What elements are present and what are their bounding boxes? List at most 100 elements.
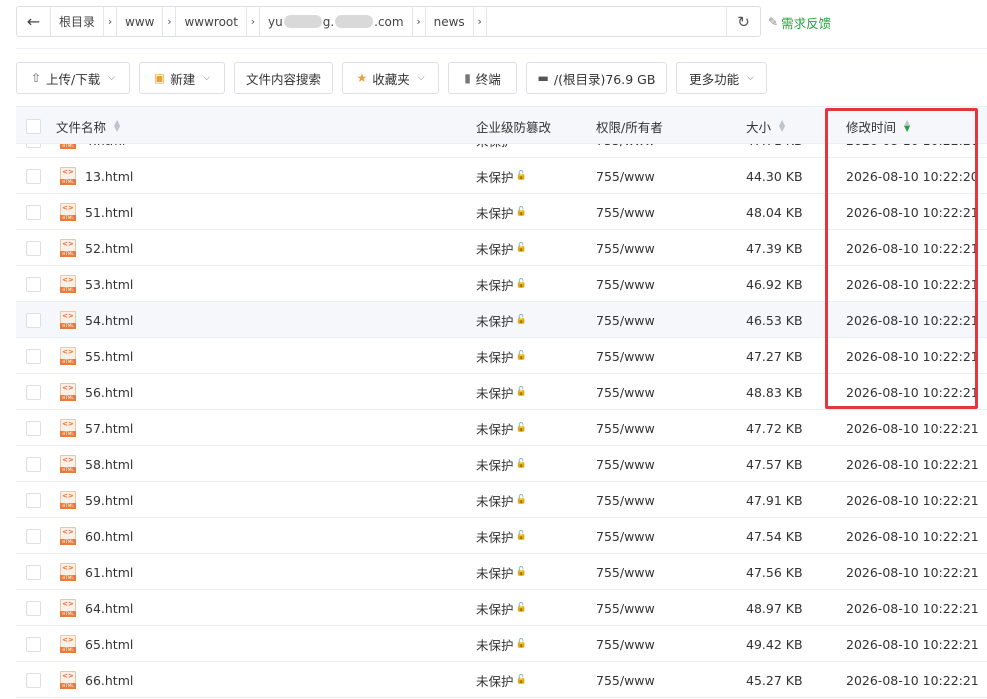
lock-icon[interactable]: 🔓: [516, 387, 527, 397]
breadcrumb-news[interactable]: news: [426, 7, 473, 36]
header-size[interactable]: 大小 ▲ ▼: [746, 107, 785, 145]
file-name-cell[interactable]: <> HTML 52.html: [56, 230, 133, 266]
lock-icon[interactable]: 🔓: [516, 315, 527, 325]
protection-cell[interactable]: 未保护 🔓: [476, 518, 527, 554]
permission-cell[interactable]: 755/www: [596, 626, 655, 662]
protection-cell[interactable]: 未保护 🔓: [476, 590, 527, 626]
protection-cell[interactable]: 未保护 🔓: [476, 144, 527, 158]
table-row[interactable]: <>HTML 4.html 未保护 🔓 755/www 47.71 KB 202…: [16, 144, 987, 158]
file-name[interactable]: 59.html: [85, 493, 133, 508]
breadcrumb-site[interactable]: yu g. .com: [260, 7, 412, 36]
sort-icon[interactable]: ▲ ▼: [779, 119, 785, 133]
chevron-right-icon[interactable]: ›: [103, 7, 118, 36]
breadcrumb-wwwroot[interactable]: wwwroot: [176, 7, 246, 36]
protection-cell[interactable]: 未保护 🔓: [476, 158, 527, 194]
file-name-cell[interactable]: <> HTML 64.html: [56, 590, 133, 626]
protection-cell[interactable]: 未保护 🔓: [476, 446, 527, 482]
permission-cell[interactable]: 755/www: [596, 446, 655, 482]
protection-cell[interactable]: 未保护 🔓: [476, 194, 527, 230]
file-name-cell[interactable]: <> HTML 61.html: [56, 554, 133, 590]
permission-cell[interactable]: 755/www: [596, 518, 655, 554]
permission-cell[interactable]: 755/www: [596, 302, 655, 338]
breadcrumb-www[interactable]: www: [117, 7, 162, 36]
permission-cell[interactable]: 755/www: [596, 662, 655, 698]
lock-icon[interactable]: 🔓: [516, 423, 527, 433]
path-bar[interactable]: ← 根目录 › www › wwwroot › yu g. .com › news …: [16, 6, 761, 37]
row-checkbox[interactable]: [26, 194, 41, 230]
upload-download-button[interactable]: ⇧ 上传/下载 ⌵: [16, 62, 130, 94]
feedback-link[interactable]: ✎ 需求反馈: [768, 12, 831, 32]
file-name[interactable]: 54.html: [85, 313, 133, 328]
row-checkbox[interactable]: [26, 338, 41, 374]
row-checkbox[interactable]: [26, 482, 41, 518]
file-name[interactable]: 65.html: [85, 637, 133, 652]
table-row[interactable]: <> HTML 64.html 未保护 🔓 755/www 48.97 KB 20…: [16, 590, 987, 626]
file-name[interactable]: 51.html: [85, 205, 133, 220]
lock-icon[interactable]: 🔓: [516, 243, 527, 253]
table-row[interactable]: <> HTML 56.html 未保护 🔓 755/www 48.83 KB 20…: [16, 374, 987, 410]
chevron-right-icon[interactable]: ›: [411, 7, 426, 36]
table-row[interactable]: <> HTML 61.html 未保护 🔓 755/www 47.56 KB 20…: [16, 554, 987, 590]
file-name-cell[interactable]: <> HTML 65.html: [56, 626, 133, 662]
row-checkbox[interactable]: [26, 266, 41, 302]
protection-cell[interactable]: 未保护 🔓: [476, 230, 527, 266]
search-content-button[interactable]: 文件内容搜索: [234, 62, 333, 94]
table-row[interactable]: <> HTML 55.html 未保护 🔓 755/www 47.27 KB 20…: [16, 338, 987, 374]
favorites-button[interactable]: ★ 收藏夹 ⌵: [342, 62, 439, 94]
row-checkbox[interactable]: [26, 230, 41, 266]
file-name[interactable]: 55.html: [85, 349, 133, 364]
table-row[interactable]: <> HTML 65.html 未保护 🔓 755/www 49.42 KB 20…: [16, 626, 987, 662]
lock-icon[interactable]: 🔓: [516, 279, 527, 289]
file-name-cell[interactable]: <> HTML 13.html: [56, 158, 133, 194]
permission-cell[interactable]: 755/www: [596, 410, 655, 446]
table-row[interactable]: <> HTML 59.html 未保护 🔓 755/www 47.91 KB 20…: [16, 482, 987, 518]
lock-icon[interactable]: 🔓: [516, 639, 527, 649]
breadcrumb-root[interactable]: 根目录: [51, 7, 103, 36]
permission-cell[interactable]: 755/www: [596, 482, 655, 518]
file-name-cell[interactable]: <> HTML 57.html: [56, 410, 133, 446]
lock-icon[interactable]: 🔓: [516, 207, 527, 217]
file-name[interactable]: 64.html: [85, 601, 133, 616]
table-row[interactable]: <> HTML 60.html 未保护 🔓 755/www 47.54 KB 20…: [16, 518, 987, 554]
row-checkbox[interactable]: [26, 158, 41, 194]
lock-icon[interactable]: 🔓: [516, 351, 527, 361]
protection-cell[interactable]: 未保护 🔓: [476, 626, 527, 662]
file-name-cell[interactable]: <> HTML 66.html: [56, 662, 133, 698]
protection-cell[interactable]: 未保护 🔓: [476, 554, 527, 590]
file-name-cell[interactable]: <> HTML 55.html: [56, 338, 133, 374]
file-name[interactable]: 60.html: [85, 529, 133, 544]
row-checkbox[interactable]: [26, 144, 41, 158]
sort-icon[interactable]: ▲ ▼: [114, 119, 120, 133]
permission-cell[interactable]: 755/www: [596, 338, 655, 374]
file-name-cell[interactable]: <> HTML 53.html: [56, 266, 133, 302]
file-name-cell[interactable]: <> HTML 56.html: [56, 374, 133, 410]
protection-cell[interactable]: 未保护 🔓: [476, 374, 527, 410]
table-row[interactable]: <> HTML 54.html 未保护 🔓 755/www 46.53 KB 20…: [16, 302, 987, 338]
file-name[interactable]: 57.html: [85, 421, 133, 436]
file-name-cell[interactable]: <>HTML 4.html: [56, 144, 125, 158]
file-name[interactable]: 66.html: [85, 673, 133, 688]
protection-cell[interactable]: 未保护 🔓: [476, 302, 527, 338]
protection-cell[interactable]: 未保护 🔓: [476, 482, 527, 518]
file-name-cell[interactable]: <> HTML 54.html: [56, 302, 133, 338]
table-row[interactable]: <> HTML 52.html 未保护 🔓 755/www 47.39 KB 20…: [16, 230, 987, 266]
file-name-cell[interactable]: <> HTML 51.html: [56, 194, 133, 230]
permission-cell[interactable]: 755/www: [596, 230, 655, 266]
file-name-cell[interactable]: <> HTML 59.html: [56, 482, 133, 518]
row-checkbox[interactable]: [26, 446, 41, 482]
permission-cell[interactable]: 755/www: [596, 554, 655, 590]
lock-icon[interactable]: 🔓: [516, 603, 527, 613]
row-checkbox[interactable]: [26, 302, 41, 338]
chevron-right-icon[interactable]: ›: [162, 7, 177, 36]
row-checkbox[interactable]: [26, 590, 41, 626]
file-name[interactable]: 53.html: [85, 277, 133, 292]
chevron-right-icon[interactable]: ›: [472, 7, 487, 36]
row-checkbox[interactable]: [26, 554, 41, 590]
file-name[interactable]: 56.html: [85, 385, 133, 400]
header-modified[interactable]: 修改时间 ▲ ▼: [846, 107, 910, 145]
file-name-cell[interactable]: <> HTML 60.html: [56, 518, 133, 554]
permission-cell[interactable]: 755/www: [596, 194, 655, 230]
row-checkbox[interactable]: [26, 410, 41, 446]
chevron-right-icon[interactable]: ›: [245, 7, 260, 36]
refresh-icon[interactable]: ↻: [726, 7, 760, 36]
